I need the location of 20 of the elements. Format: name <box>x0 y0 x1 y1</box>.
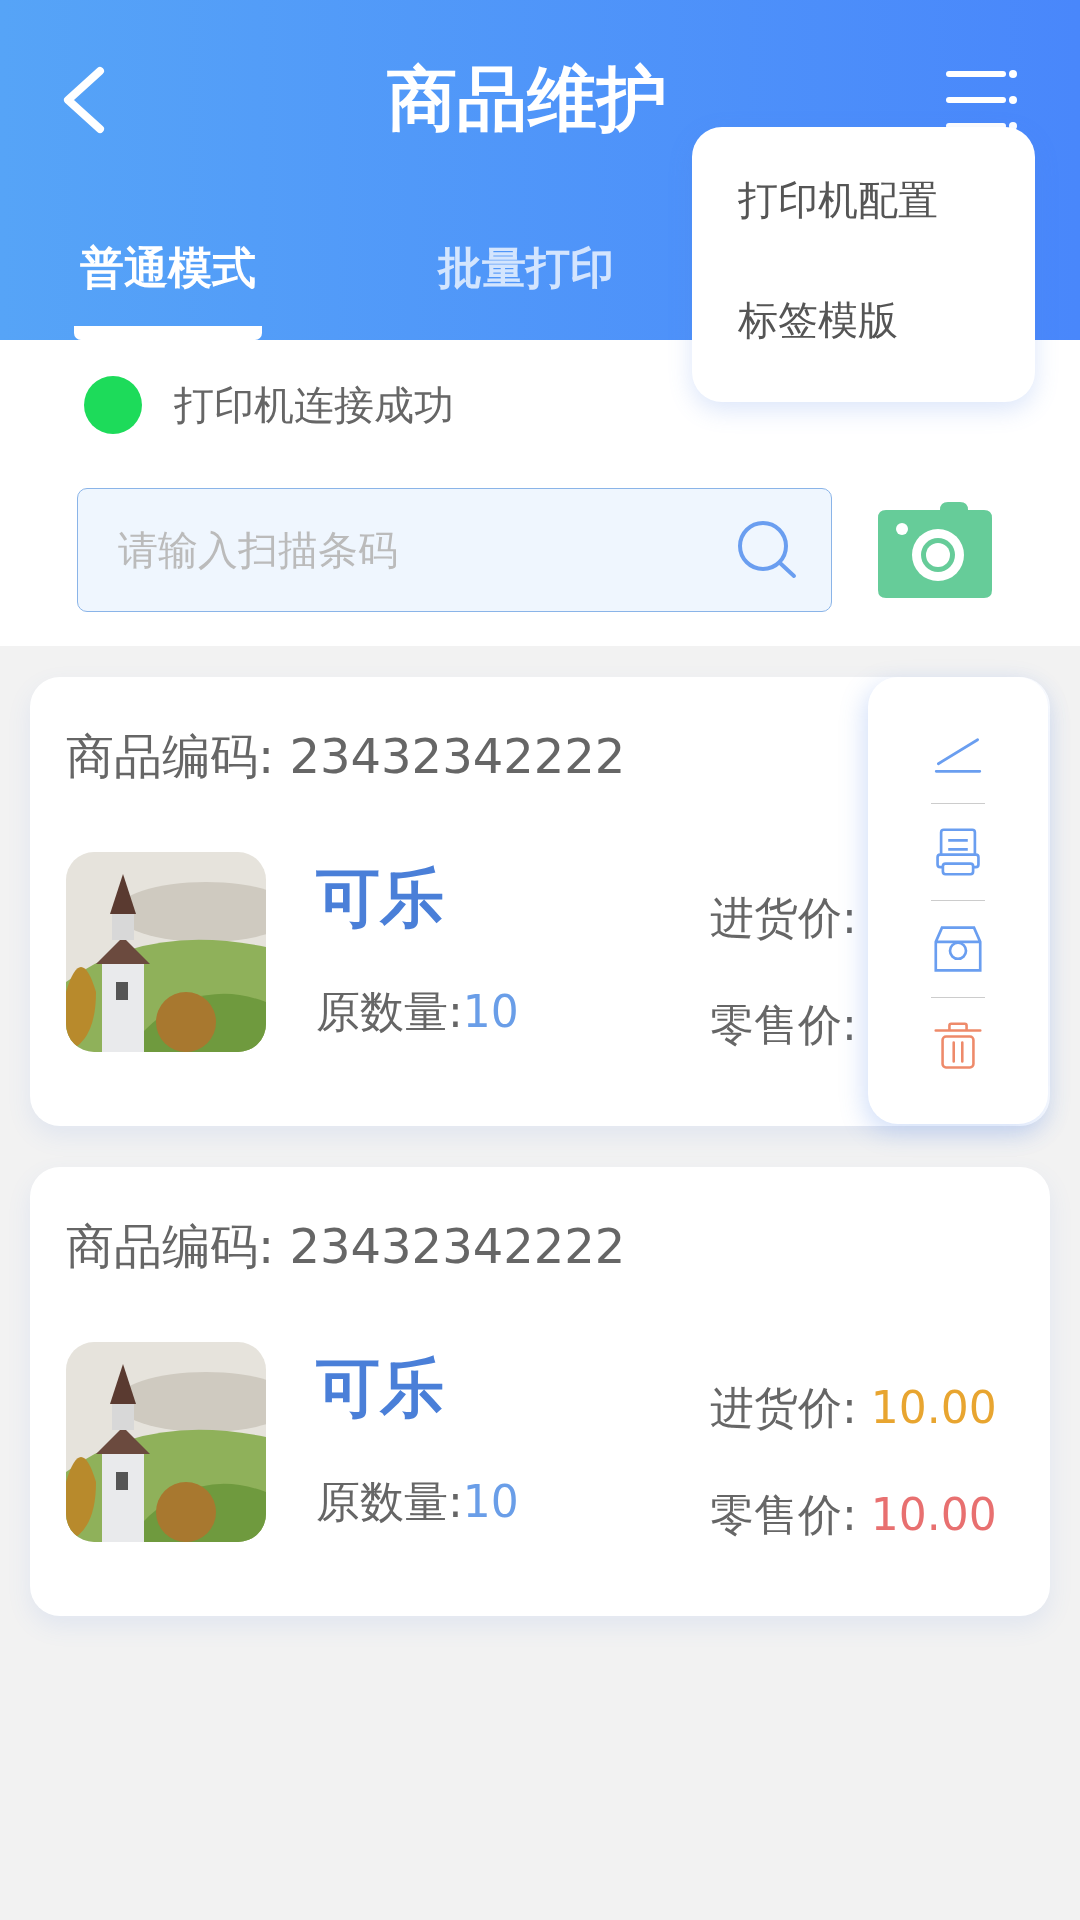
box-icon[interactable] <box>934 925 982 973</box>
camera-icon[interactable] <box>878 502 992 598</box>
product-code: 商品编码: 23432342222 <box>66 727 626 786</box>
purchase-price: 进货价: <box>710 891 857 945</box>
retail-price: 零售价: <box>710 998 857 1052</box>
quantity-text: 原数量:10 <box>316 984 520 1039</box>
product-name: 可乐 <box>316 862 445 933</box>
product-code: 商品编码: 23432342222 <box>66 1217 626 1276</box>
purchase-price: 进货价: 10.00 <box>710 1381 997 1435</box>
menu-item[interactable]: 标签模版 <box>738 299 1035 341</box>
printer-icon[interactable] <box>934 828 982 876</box>
product-name: 可乐 <box>316 1352 445 1423</box>
page-title: 商品维护 <box>387 57 667 142</box>
status-text: 打印机连接成功 <box>174 380 454 430</box>
menu-item[interactable]: 打印机配置 <box>738 179 1035 221</box>
search-icon[interactable] <box>736 519 798 581</box>
search-field[interactable]: 请输入扫描条码 <box>77 488 832 612</box>
trash-icon[interactable] <box>934 1022 982 1070</box>
quantity-text: 原数量:10 <box>316 1474 520 1529</box>
retail-price: 零售价: 10.00 <box>710 1488 997 1542</box>
